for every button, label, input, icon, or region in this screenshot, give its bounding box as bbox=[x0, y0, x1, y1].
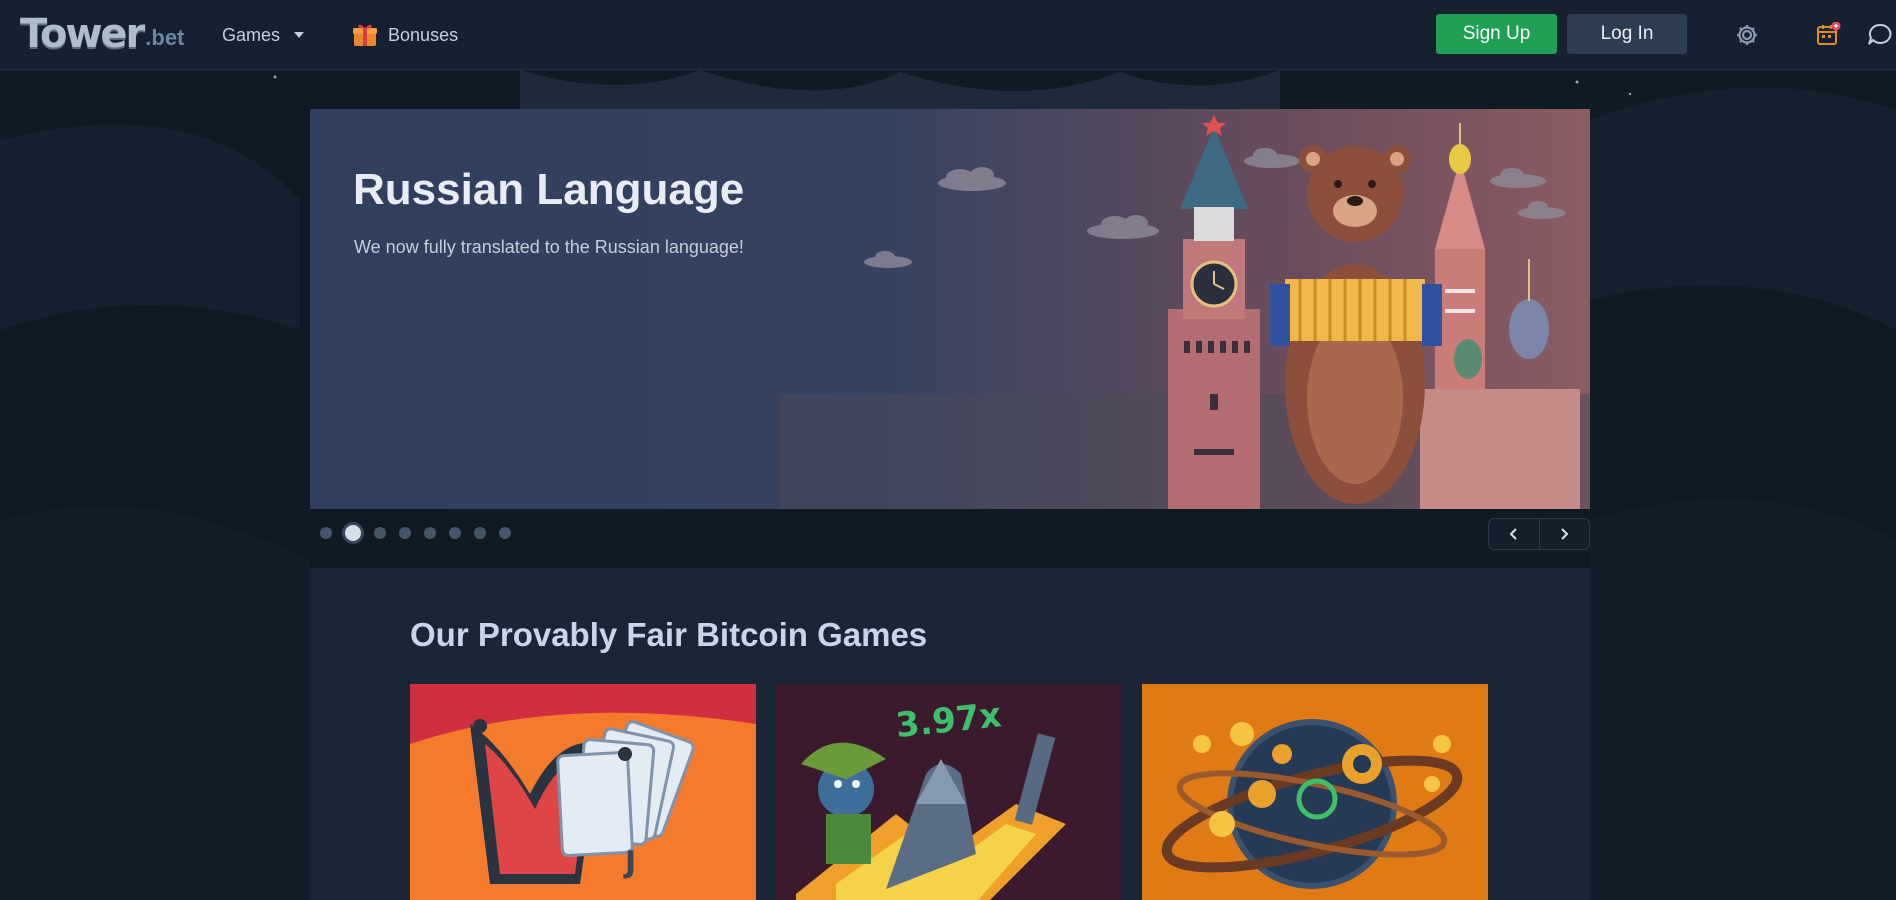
slide-dot-3[interactable] bbox=[374, 527, 386, 539]
nav-games-label: Games bbox=[222, 24, 281, 45]
crash-artwork: 3.97x bbox=[776, 684, 1122, 900]
planet-artwork bbox=[1142, 684, 1488, 900]
log-in-button[interactable]: Log In bbox=[1567, 14, 1687, 54]
chevron-down-icon bbox=[294, 32, 305, 38]
slider-pagination bbox=[320, 525, 511, 541]
games-section-title: Our Provably Fair Bitcoin Games bbox=[410, 616, 928, 653]
game-card-planet[interactable] bbox=[1142, 684, 1488, 900]
slide-dot-2[interactable] bbox=[345, 525, 361, 541]
banner-subtitle: We now fully translated to the Russian l… bbox=[354, 237, 744, 257]
slide-dot-8[interactable] bbox=[499, 527, 511, 539]
gear-icon[interactable] bbox=[1734, 22, 1760, 48]
logo-suffix: .bet bbox=[145, 25, 185, 50]
game-card-crash[interactable]: 3.97x bbox=[776, 684, 1122, 900]
chat-icon[interactable] bbox=[1866, 22, 1892, 48]
slide-dot-6[interactable] bbox=[449, 527, 461, 539]
games-section: Our Provably Fair Bitcoin Games J 3.97x bbox=[310, 568, 1590, 900]
svg-text:J: J bbox=[623, 845, 636, 880]
chevron-left-icon bbox=[1509, 528, 1517, 540]
chevron-right-icon bbox=[1561, 528, 1569, 540]
slide-dot-1[interactable] bbox=[320, 527, 332, 539]
slide-dot-5[interactable] bbox=[424, 527, 436, 539]
promo-banner[interactable]: Russian Language We now fully translated… bbox=[310, 109, 1590, 509]
slide-dot-4[interactable] bbox=[399, 527, 411, 539]
slider-arrows bbox=[1488, 518, 1590, 550]
previous-slide-button[interactable] bbox=[1489, 519, 1540, 549]
next-slide-button[interactable] bbox=[1540, 519, 1590, 549]
nav-games[interactable]: Games bbox=[222, 24, 305, 46]
gift-icon bbox=[352, 22, 378, 48]
top-header: Tower .bet Games Bonuses Sign Up Log In bbox=[0, 0, 1896, 70]
sign-up-button[interactable]: Sign Up bbox=[1436, 14, 1557, 54]
nav-bonuses[interactable]: Bonuses bbox=[352, 22, 458, 48]
calendar-icon[interactable] bbox=[1815, 21, 1841, 48]
site-logo[interactable]: Tower .bet bbox=[20, 12, 184, 56]
main-nav: Games Bonuses bbox=[222, 0, 458, 70]
slide-dot-7[interactable] bbox=[474, 527, 486, 539]
banner-title: Russian Language bbox=[353, 165, 745, 214]
game-card-blackjack[interactable]: J bbox=[410, 684, 756, 900]
nav-bonuses-label: Bonuses bbox=[388, 24, 459, 45]
blackjack-artwork: J bbox=[410, 684, 756, 900]
logo-text: Tower bbox=[20, 11, 145, 57]
